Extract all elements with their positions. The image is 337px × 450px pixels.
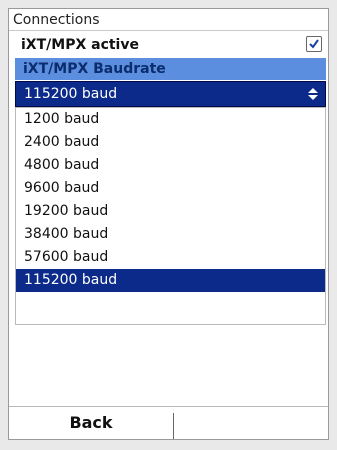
baudrate-selected-value: 115200 baud: [24, 86, 118, 102]
baudrate-options-list: 1200 baud 2400 baud 4800 baud 9600 baud …: [15, 107, 326, 325]
ixt-mpx-active-row[interactable]: iXT/MPX active: [15, 34, 324, 56]
ixt-mpx-active-checkbox[interactable]: [306, 36, 322, 52]
device-frame: Connections iXT/MPX active iXT/MPX Baudr…: [0, 0, 337, 450]
baudrate-option-1200[interactable]: 1200 baud: [16, 108, 325, 131]
baudrate-section-header: iXT/MPX Baudrate: [15, 58, 326, 80]
baudrate-option-57600[interactable]: 57600 baud: [16, 246, 325, 269]
baudrate-option-115200[interactable]: 115200 baud: [16, 269, 325, 292]
baudrate-option-4800[interactable]: 4800 baud: [16, 154, 325, 177]
ixt-mpx-active-label: iXT/MPX active: [21, 37, 139, 53]
baudrate-option-9600[interactable]: 9600 baud: [16, 177, 325, 200]
connections-screen: Connections iXT/MPX active iXT/MPX Baudr…: [8, 8, 329, 440]
footer-bar: Back: [9, 406, 328, 439]
back-button[interactable]: Back: [9, 407, 173, 439]
baudrate-option-19200[interactable]: 19200 baud: [16, 200, 325, 223]
check-icon: [309, 39, 319, 49]
baudrate-option-38400[interactable]: 38400 baud: [16, 223, 325, 246]
baudrate-select[interactable]: 115200 baud: [15, 81, 326, 107]
page-title: Connections: [9, 9, 328, 31]
footer-divider: [173, 413, 174, 439]
select-stepper-icon: [308, 88, 318, 100]
baudrate-option-2400[interactable]: 2400 baud: [16, 131, 325, 154]
